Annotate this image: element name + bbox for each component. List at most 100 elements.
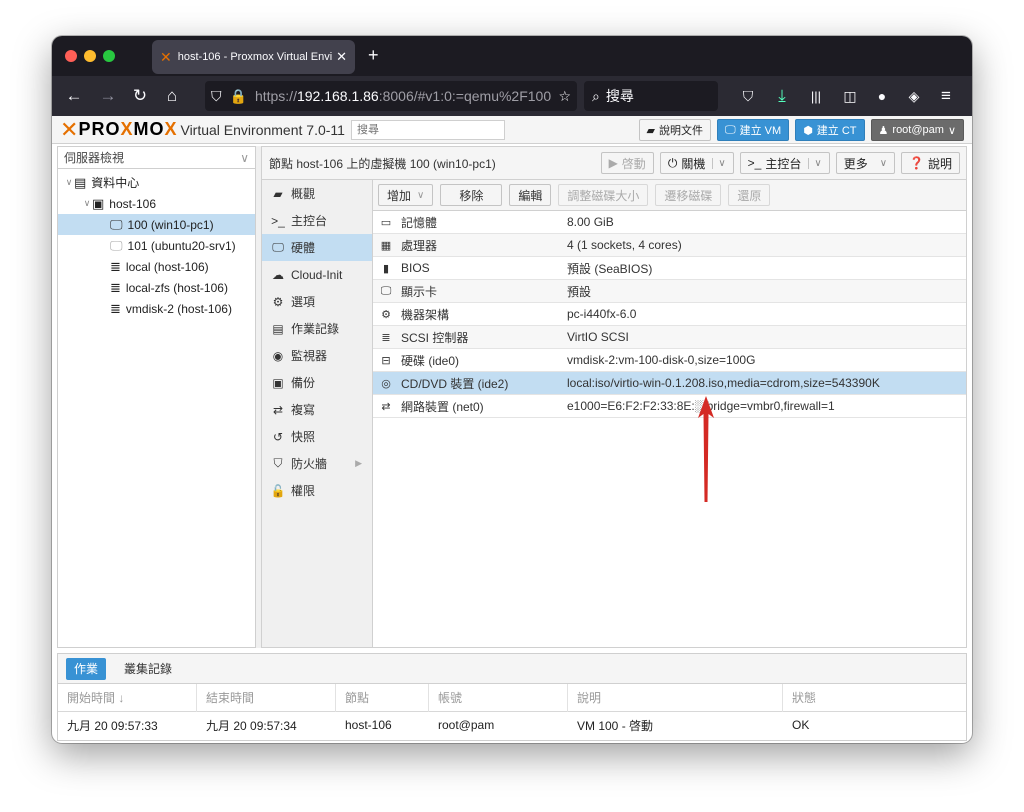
remove-button[interactable]: 移除	[440, 184, 503, 206]
hardware-row[interactable]: ⇄ 網路裝置 (net0) e1000=E6:F2:F2:33:8E:░,bridg…	[373, 395, 966, 418]
extension-icon[interactable]: ◈	[904, 76, 924, 116]
vm-sub-navigation: ▰ 概觀 >_ 主控台 🖵 硬體 ☁ Cloud-Init ⚙ 選項 ▤ 作業記錄 ◉ 監視器 ▣ 備份 ⇄ 複寫…	[261, 180, 373, 648]
account-icon[interactable]: ●	[872, 76, 892, 116]
cube-icon: ⬢	[803, 124, 813, 137]
unlock-icon: 🔓	[270, 483, 286, 498]
back-button[interactable]: ←	[62, 76, 86, 116]
shutdown-button[interactable]: ⏻ 關機 ∨	[659, 152, 734, 174]
hardware-row[interactable]: ◎ CD/DVD 裝置 (ide2) local:iso/virtio-win-0.…	[373, 372, 966, 395]
hardware-row[interactable]: 🖵 顯示卡 預設	[373, 280, 966, 303]
forward-button[interactable]: →	[96, 76, 120, 116]
hardware-key: 網路裝置 (net0)	[401, 399, 484, 414]
nav-item[interactable]: ⛉ 防火牆 ▶	[262, 450, 372, 477]
view-selector[interactable]: 伺服器檢視 ∨	[58, 147, 255, 169]
task-table-body: 九月 20 09:57:33 九月 20 09:57:34 host-106 root…	[58, 712, 966, 738]
help-button[interactable]: ❓ 說明	[901, 152, 960, 174]
docs-button[interactable]: ▰ 說明文件	[638, 119, 712, 141]
create-ct-button[interactable]: ⬢ 建立 CT	[795, 119, 865, 141]
floppy-icon: ▣	[272, 375, 284, 390]
nav-item[interactable]: ⇄ 複寫	[262, 396, 372, 423]
task-log-panel: 作業 叢集記錄 開始時間 ↓ 結束時間 節點 帳號 說明 狀態 九月 20 09:57:33…	[57, 653, 967, 741]
nav-item[interactable]: ▤ 作業記錄	[262, 315, 372, 342]
nav-item[interactable]: 🔓 權限	[262, 477, 372, 504]
expander-icon[interactable]: ∨	[64, 177, 74, 188]
chevron-down-icon[interactable]: ∨	[712, 157, 726, 169]
book-icon: ▰	[273, 186, 283, 201]
nav-item[interactable]: 🖵 硬體	[262, 234, 372, 261]
hardware-row[interactable]: ▦ 處理器 4 (1 sockets, 4 cores)	[373, 234, 966, 257]
tree-item[interactable]: ∨ ▣ host-106	[58, 193, 255, 214]
edit-button[interactable]: 編輯	[509, 184, 552, 206]
address-bar[interactable]: ⛉ 🔒 https://192.168.1.86:8006/#v1:0:=qem…	[205, 81, 577, 111]
tree-item[interactable]: ≣ local-zfs (host-106)	[58, 277, 255, 298]
minimize-window-button[interactable]	[84, 50, 96, 62]
expander-icon[interactable]: ∨	[82, 198, 92, 209]
new-tab-button[interactable]: +	[368, 45, 379, 66]
revert-button[interactable]: 還原	[728, 184, 771, 206]
nav-item[interactable]: ◉ 監視器	[262, 342, 372, 369]
hardware-row[interactable]: ⊟ 硬碟 (ide0) vmdisk-2:vm-100-disk-0,size=10…	[373, 349, 966, 372]
bookmark-star-icon[interactable]: ☆	[558, 88, 571, 105]
nav-item[interactable]: ☁ Cloud-Init	[262, 261, 372, 288]
chevron-down-icon: ∨	[240, 150, 249, 165]
browser-tab[interactable]: ✕ host-106 - Proxmox Virtual Envir ✕	[152, 40, 355, 74]
hardware-row[interactable]: ⚙ 機器架構 pc-i440fx-6.0	[373, 303, 966, 326]
chevron-down-icon: ∨	[947, 124, 956, 137]
browser-search-input[interactable]	[605, 88, 696, 104]
column-header[interactable]: 開始時間 ↓	[58, 683, 197, 712]
pocket-icon[interactable]: ⛉	[738, 76, 758, 116]
hardware-row[interactable]: ▭ 記憶體 8.00 GiB	[373, 211, 966, 234]
tracking-shield-icon[interactable]: ⛉	[211, 88, 222, 105]
column-header[interactable]: 結束時間	[197, 683, 336, 712]
hardware-row[interactable]: ≣ SCSI 控制器 VirtIO SCSI	[373, 326, 966, 349]
browser-search-box[interactable]: ⌕	[584, 81, 718, 111]
gear-icon: ⚙	[272, 294, 284, 309]
column-header[interactable]: 說明	[568, 683, 783, 712]
console-button[interactable]: >_ 主控台 ∨	[739, 152, 830, 174]
chevron-down-icon[interactable]: ∨	[808, 157, 822, 169]
more-button[interactable]: 更多 ∨	[835, 152, 896, 174]
tab-tasks[interactable]: 作業	[66, 657, 107, 680]
lock-icon[interactable]: 🔒	[230, 88, 247, 105]
nav-item[interactable]: ▰ 概觀	[262, 180, 372, 207]
tree-item[interactable]: 🖵 100 (win10-pc1)	[58, 214, 255, 235]
add-button[interactable]: 增加 ∨	[378, 184, 434, 206]
node-icon: ▣	[92, 195, 105, 211]
hardware-key: 顯示卡	[401, 284, 438, 299]
table-row[interactable]: 九月 20 09:57:33 九月 20 09:57:34 host-106 root…	[58, 712, 966, 738]
nav-item[interactable]: >_ 主控台	[262, 207, 372, 234]
close-tab-icon[interactable]: ✕	[336, 49, 347, 65]
tree-item[interactable]: ≣ vmdisk-2 (host-106)	[58, 298, 255, 319]
history-icon: ↺	[272, 429, 284, 444]
nav-item[interactable]: ▣ 備份	[262, 369, 372, 396]
hardware-value: local:iso/virtio-win-0.1.208.iso,media=c…	[567, 376, 880, 390]
tree-item[interactable]: ∨ ▤ 資料中心	[58, 172, 255, 193]
tab-cluster-log[interactable]: 叢集記錄	[116, 658, 180, 680]
column-header[interactable]: 狀態	[783, 684, 958, 712]
desktop-icon: 🖵	[272, 240, 284, 254]
create-vm-button[interactable]: 🖵 建立 VM	[717, 119, 790, 141]
tree-item[interactable]: 🖵 101 (ubuntu20-srv1)	[58, 235, 255, 256]
user-menu-button[interactable]: ♟ root@pam ∨	[870, 119, 964, 141]
app-menu-icon[interactable]: ≡	[936, 76, 956, 116]
nav-item[interactable]: ↺ 快照	[262, 423, 372, 450]
start-button[interactable]: ▶ 啓動	[600, 152, 654, 174]
storage-icon: ≣	[110, 300, 121, 316]
maximize-window-button[interactable]	[103, 50, 115, 62]
move-disk-button[interactable]: 遷移磁碟	[655, 184, 722, 206]
reload-button[interactable]: ↻	[128, 76, 152, 116]
resize-disk-button[interactable]: 調整磁碟大小	[558, 184, 649, 206]
tree-item[interactable]: ≣ local (host-106)	[58, 256, 255, 277]
column-header[interactable]: 帳號	[429, 683, 568, 712]
hardware-row[interactable]: ▮ BIOS 預設 (SeaBIOS)	[373, 257, 966, 280]
nav-item[interactable]: ⚙ 選項	[262, 288, 372, 315]
column-header[interactable]: 節點	[336, 683, 429, 712]
pve-search-input[interactable]	[350, 119, 505, 140]
close-window-button[interactable]	[65, 50, 77, 62]
sidebar-toggle-icon[interactable]: ◫	[840, 76, 860, 116]
chevron-right-icon[interactable]: ▶	[355, 458, 362, 469]
downloads-icon[interactable]: ⤓	[772, 76, 792, 116]
library-icon[interactable]: |||	[806, 76, 826, 116]
home-button[interactable]: ⌂	[160, 76, 184, 116]
resource-tree-panel: 伺服器檢視 ∨ ∨ ▤ 資料中心 ∨ ▣ host-106 🖵 100 (win10-pc1)…	[57, 146, 256, 648]
